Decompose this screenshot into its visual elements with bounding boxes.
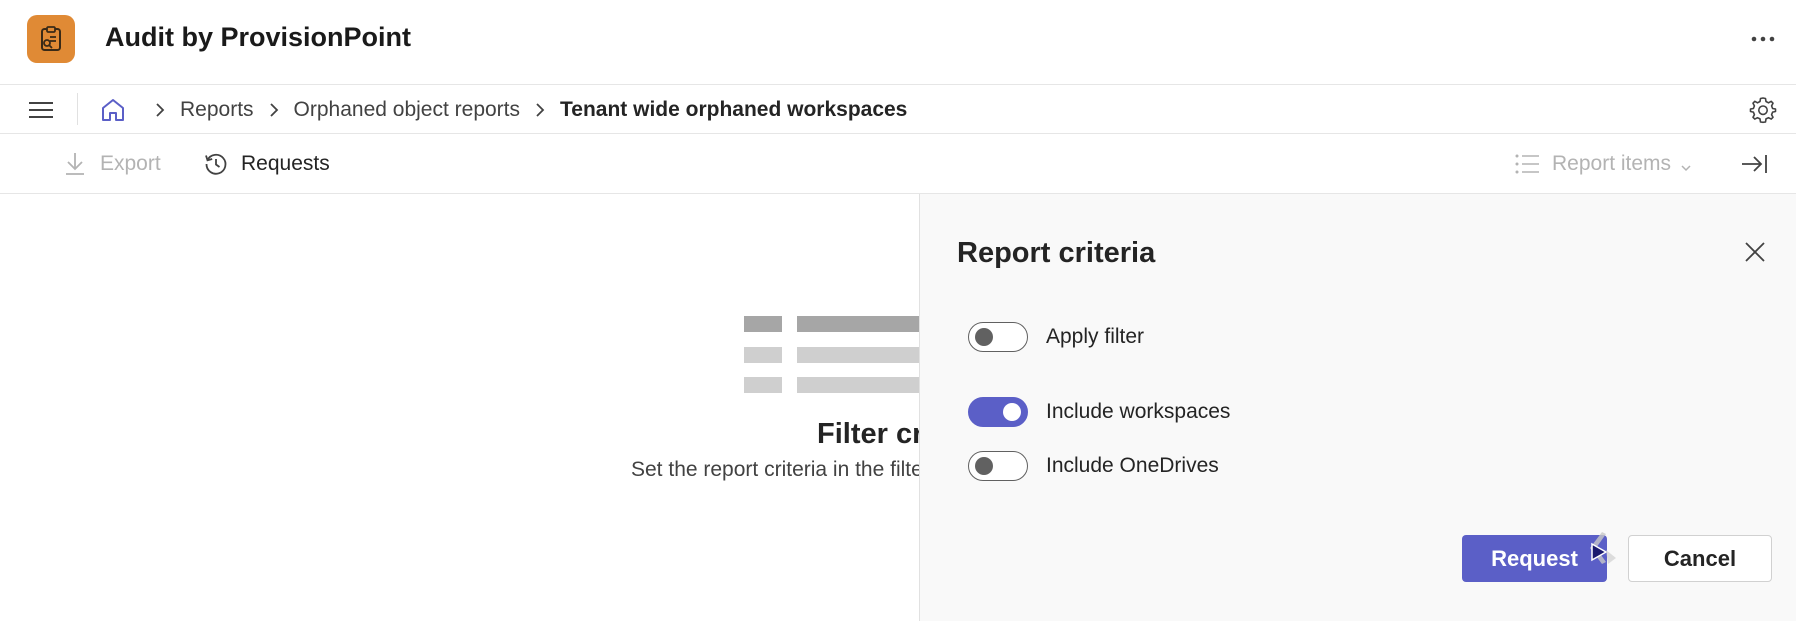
empty-state-description: Set the report criteria in the filte xyxy=(631,458,923,481)
include-workspaces-label: Include workspaces xyxy=(1046,400,1231,423)
home-icon[interactable] xyxy=(99,96,127,124)
mouse-cursor-icon xyxy=(1586,524,1622,564)
table-illustration-icon xyxy=(744,316,920,394)
collapse-panel-icon[interactable] xyxy=(1740,150,1768,178)
include-workspaces-toggle[interactable] xyxy=(968,397,1028,427)
include-workspaces-toggle-row[interactable]: Include workspaces xyxy=(968,396,1230,428)
requests-button[interactable]: Requests xyxy=(203,148,330,180)
breadcrumb-orphaned-object-reports[interactable]: Orphaned object reports xyxy=(294,98,520,122)
list-icon xyxy=(1514,151,1540,177)
download-icon xyxy=(62,151,88,177)
apply-filter-toggle-row[interactable]: Apply filter xyxy=(968,321,1144,353)
report-criteria-panel: Report criteria Apply filter Include wor… xyxy=(919,194,1796,621)
chevron-right-icon xyxy=(264,100,284,120)
panel-title: Report criteria xyxy=(957,237,1156,269)
chevron-down-icon xyxy=(1679,157,1693,172)
title-bar: Audit by ProvisionPoint xyxy=(0,0,1796,85)
export-button[interactable]: Export xyxy=(62,148,161,180)
hamburger-menu-icon[interactable] xyxy=(26,97,56,123)
close-icon[interactable] xyxy=(1741,238,1769,266)
report-items-label: Report items xyxy=(1552,152,1672,175)
breadcrumb-reports[interactable]: Reports xyxy=(180,98,254,122)
clipboard-search-icon xyxy=(27,15,75,63)
include-onedrives-label: Include OneDrives xyxy=(1046,454,1219,477)
include-onedrives-toggle-row[interactable]: Include OneDrives xyxy=(968,450,1219,482)
breadcrumb-bar: Reports Orphaned object reports Tenant w… xyxy=(0,85,1796,134)
chevron-right-icon xyxy=(530,100,550,120)
include-onedrives-toggle[interactable] xyxy=(968,451,1028,481)
toolbar: Export Requests Report items xyxy=(0,134,1796,194)
more-options-icon[interactable] xyxy=(1748,24,1778,54)
breadcrumb: Reports Orphaned object reports Tenant w… xyxy=(140,85,907,134)
chevron-right-icon xyxy=(150,100,170,120)
requests-label: Requests xyxy=(241,152,330,175)
apply-filter-toggle[interactable] xyxy=(968,322,1028,352)
breadcrumb-current-page: Tenant wide orphaned workspaces xyxy=(560,97,908,121)
divider xyxy=(77,93,78,125)
export-label: Export xyxy=(100,152,161,175)
cancel-button[interactable]: Cancel xyxy=(1628,535,1772,582)
history-icon xyxy=(203,151,229,177)
app-title: Audit by ProvisionPoint xyxy=(105,22,412,52)
apply-filter-label: Apply filter xyxy=(1046,325,1145,348)
app-window: Audit by ProvisionPoint Reports Orphaned… xyxy=(0,0,1796,621)
report-items-dropdown[interactable]: Report items xyxy=(1514,148,1693,180)
settings-gear-icon[interactable] xyxy=(1748,95,1778,125)
empty-state-title: Filter cr xyxy=(817,418,924,450)
